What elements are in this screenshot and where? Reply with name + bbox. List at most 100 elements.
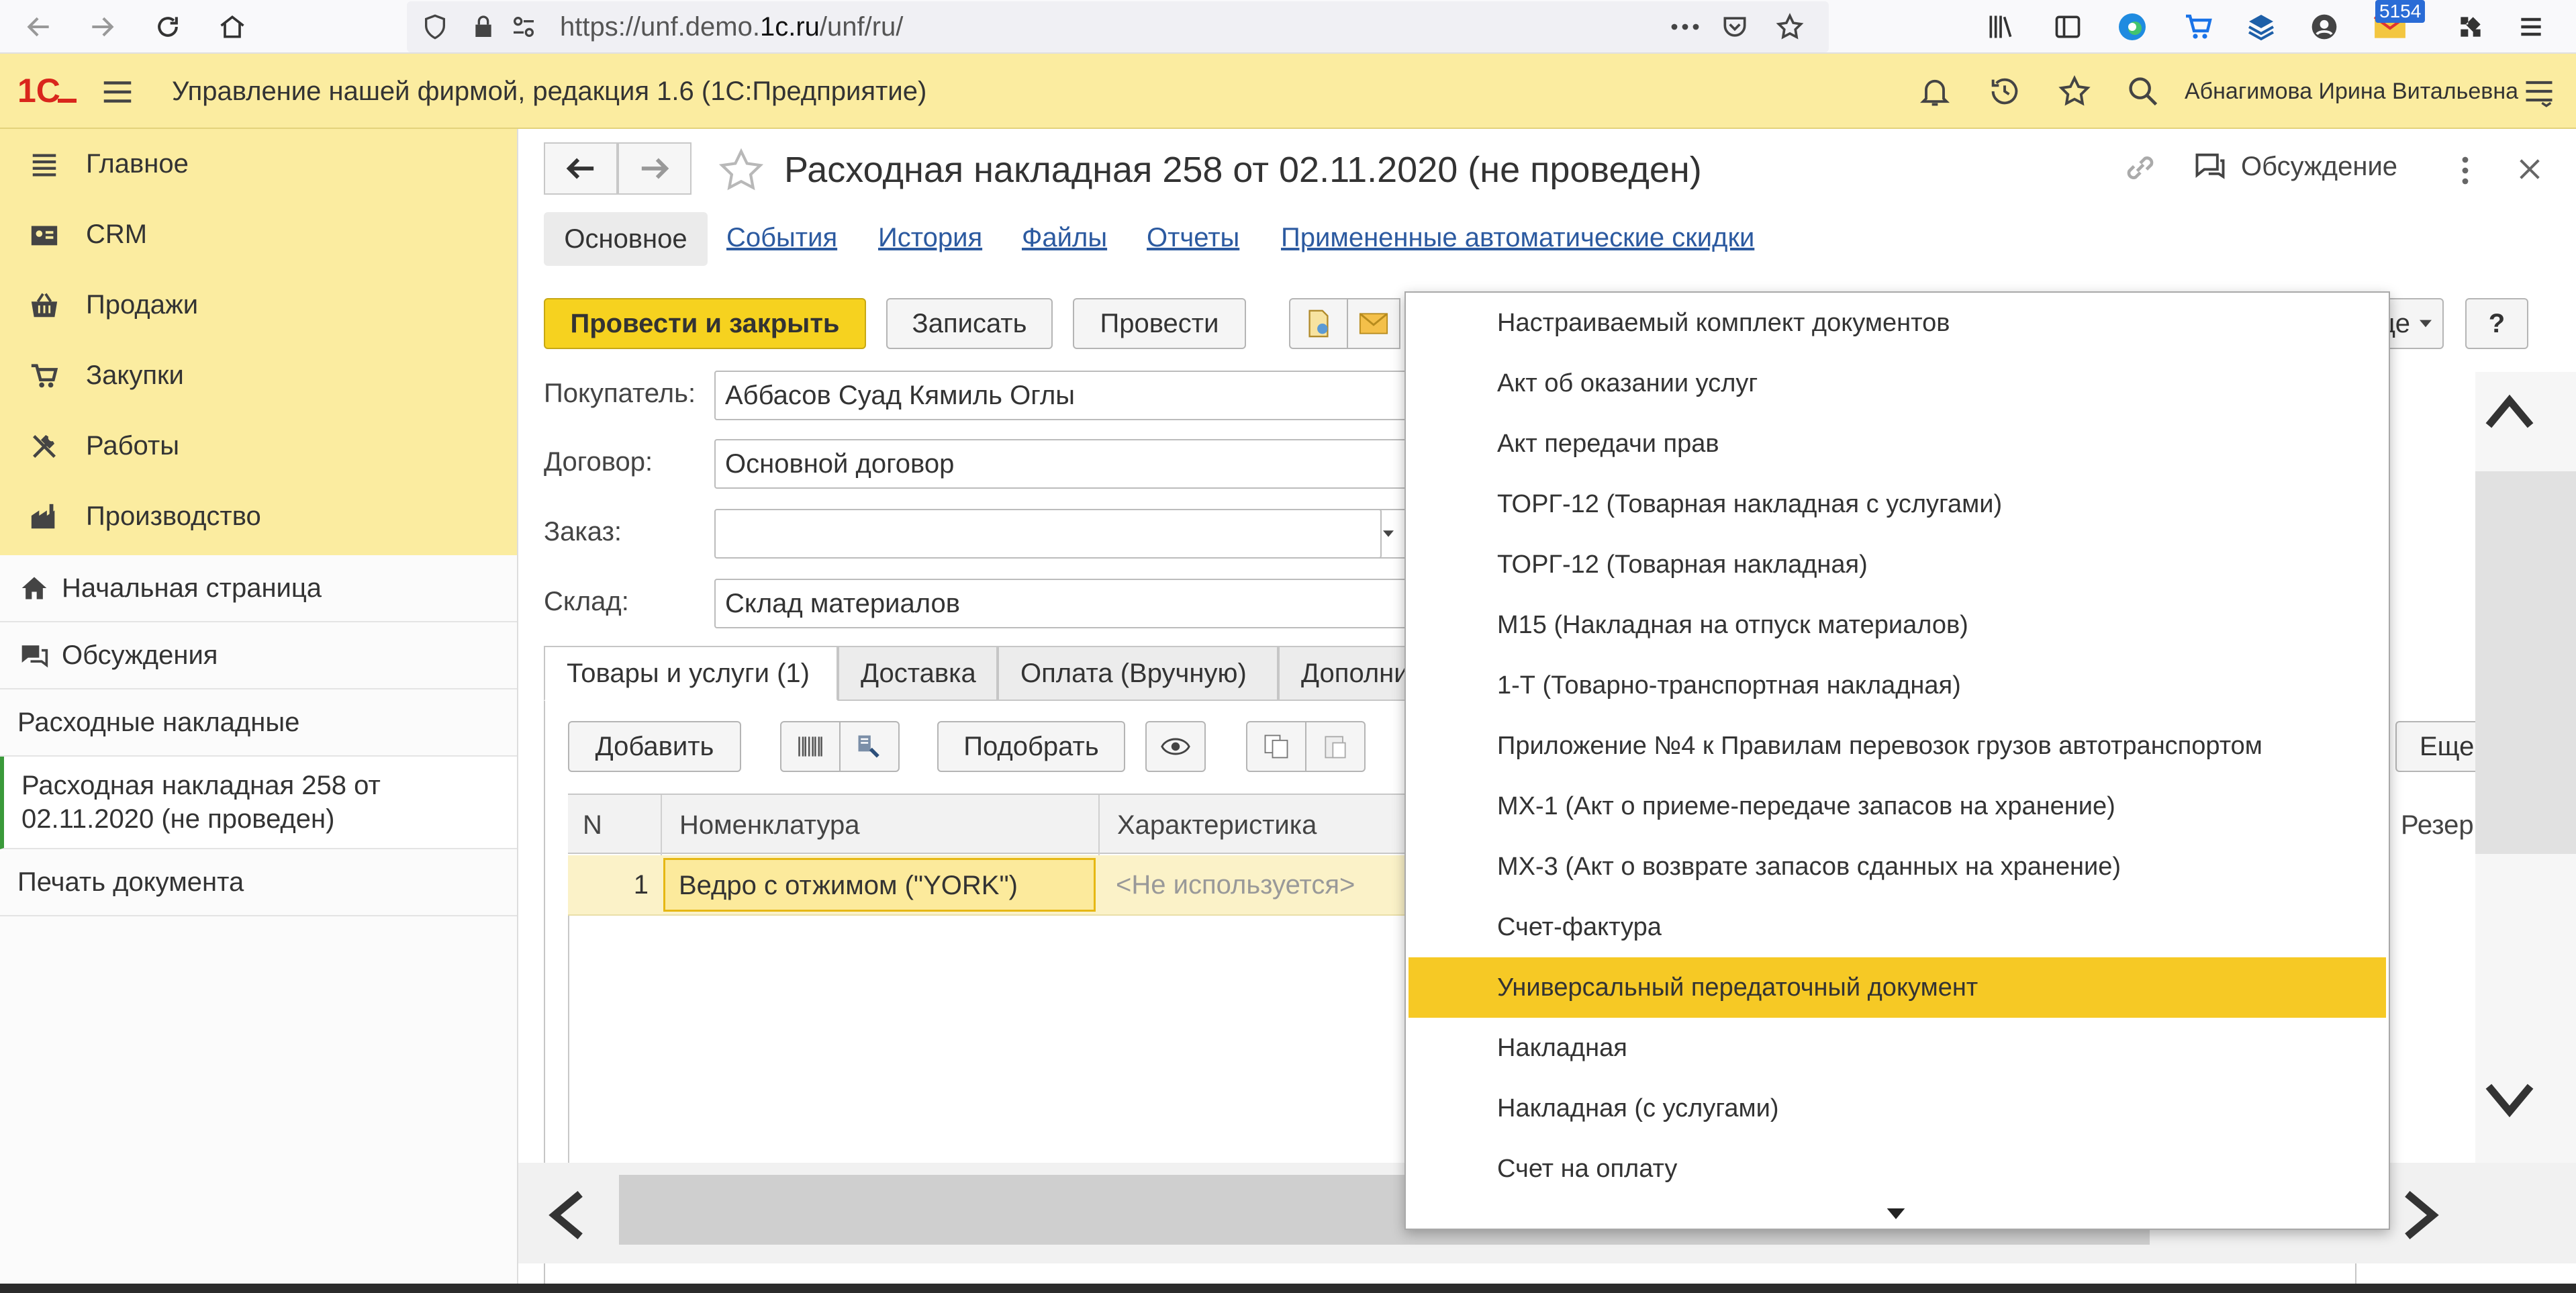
- post-button[interactable]: Провести: [1073, 298, 1246, 349]
- panel-tab-payment[interactable]: Оплата (Вручную): [998, 646, 1278, 701]
- help-button[interactable]: ?: [2465, 298, 2528, 349]
- menu-item-selected[interactable]: Универсальный передаточный документ: [1409, 957, 2386, 1018]
- menu-item[interactable]: ТОРГ-12 (Товарная накладная): [1406, 534, 2386, 595]
- link-icon[interactable]: [2121, 149, 2159, 187]
- section-purchases[interactable]: Закупки: [0, 340, 517, 411]
- paste-rows-button[interactable]: [1305, 721, 1366, 772]
- section-crm[interactable]: CRM: [0, 199, 517, 270]
- panel-tab-goods[interactable]: Товары и услуги (1): [544, 646, 838, 701]
- vertical-dots-icon[interactable]: [2457, 154, 2473, 187]
- tools-icon: [24, 426, 64, 467]
- sidebar-toggle-icon[interactable]: [2048, 7, 2088, 47]
- print-menu-dropdown: Настраиваемый комплект документов Акт об…: [1404, 291, 2390, 1230]
- section-sales[interactable]: Продажи: [0, 270, 517, 340]
- vertical-scroll-thumb[interactable]: [2475, 471, 2576, 854]
- copy-rows-button[interactable]: [1246, 721, 1306, 772]
- menu-lines-icon: [24, 144, 64, 185]
- chat-icon: [17, 638, 51, 672]
- view-toggle-button[interactable]: [1145, 721, 1206, 772]
- history-forward-button[interactable]: [618, 142, 691, 195]
- scanner-button[interactable]: [839, 721, 900, 772]
- app-menu-icon[interactable]: [2511, 7, 2551, 47]
- section-production[interactable]: Производство: [0, 481, 517, 552]
- tab-reports[interactable]: Отчеты: [1147, 211, 1239, 265]
- scroll-down-icon[interactable]: [2484, 1082, 2535, 1120]
- menu-item[interactable]: Акт передачи прав: [1406, 414, 2386, 474]
- search-icon[interactable]: [2126, 74, 2160, 109]
- scroll-up-icon[interactable]: [2484, 392, 2535, 430]
- menu-item[interactable]: Накладная (с услугами): [1406, 1078, 2386, 1139]
- favorites-star-icon[interactable]: [2057, 74, 2092, 109]
- tab-auto-discounts[interactable]: Примененные автоматические скидки: [1281, 211, 1754, 265]
- menu-item[interactable]: 1-Т (Товарно-транспортная накладная): [1406, 655, 2386, 716]
- nav-discussions[interactable]: Обсуждения: [0, 622, 517, 689]
- chevron-down-icon: [1383, 530, 1394, 537]
- pocket-icon[interactable]: [1720, 12, 1750, 42]
- menu-item[interactable]: Счет-фактура: [1406, 897, 2386, 957]
- extensions-icon[interactable]: [2450, 7, 2491, 47]
- layers-extension-icon[interactable]: [2241, 7, 2281, 47]
- post-and-close-button[interactable]: Провести и закрыть: [544, 298, 866, 349]
- 1c-logo[interactable]: 1С: [17, 71, 78, 111]
- nav-print[interactable]: Печать документа: [0, 849, 517, 916]
- menu-scroll-down-icon[interactable]: [1887, 1208, 1905, 1219]
- close-icon[interactable]: [2516, 156, 2543, 183]
- column-n[interactable]: N: [568, 795, 661, 855]
- edge-extension-icon[interactable]: [2112, 7, 2152, 47]
- send-email-button[interactable]: [1347, 298, 1400, 349]
- add-row-button[interactable]: Добавить: [568, 721, 741, 772]
- menu-item[interactable]: Приложение №4 к Правилам перевозок грузо…: [1406, 716, 2386, 776]
- pick-button[interactable]: Подобрать: [937, 721, 1125, 772]
- user-name[interactable]: Абнагимова Ирина Витальевна: [2185, 54, 2518, 129]
- menu-item[interactable]: МХ-3 (Акт о возврате запасов сданных на …: [1406, 836, 2386, 897]
- menu-item[interactable]: Настраиваемый комплект документов: [1406, 293, 2386, 353]
- bell-icon[interactable]: [1917, 74, 1952, 109]
- section-works[interactable]: Работы: [0, 411, 517, 481]
- tab-events[interactable]: События: [726, 211, 837, 265]
- menu-item[interactable]: Накладная: [1406, 1018, 2386, 1078]
- menu-item[interactable]: ТОРГ-12 (Товарная накладная с услугами): [1406, 474, 2386, 534]
- tab-history[interactable]: История: [878, 211, 982, 265]
- section-main[interactable]: Главное: [0, 129, 517, 199]
- history-back-button[interactable]: [544, 142, 618, 195]
- more-actions-icon[interactable]: [1669, 13, 1701, 40]
- lock-icon[interactable]: [470, 13, 497, 40]
- bookmark-star-icon[interactable]: [1775, 12, 1805, 42]
- account-icon[interactable]: [2304, 7, 2344, 47]
- save-button[interactable]: Записать: [886, 298, 1053, 349]
- menu-item[interactable]: Счет на оплату: [1406, 1139, 2386, 1199]
- panel-tab-delivery[interactable]: Доставка: [838, 646, 998, 701]
- tab-main[interactable]: Основное: [544, 212, 708, 266]
- order-dropdown-button[interactable]: [1372, 509, 1406, 559]
- main-menu-icon[interactable]: [99, 74, 136, 110]
- tab-files[interactable]: Файлы: [1022, 211, 1107, 265]
- nav-current-document[interactable]: Расходная накладная 258 от 02.11.2020 (н…: [0, 757, 517, 849]
- scroll-right-icon[interactable]: [2402, 1190, 2442, 1241]
- barcode-button[interactable]: [780, 721, 841, 772]
- scroll-left-icon[interactable]: [545, 1190, 585, 1241]
- reload-icon[interactable]: [141, 0, 195, 54]
- library-icon[interactable]: [1981, 7, 2021, 47]
- forward-icon[interactable]: [75, 0, 129, 54]
- menu-item[interactable]: МХ-1 (Акт о приеме-передаче запасов на х…: [1406, 776, 2386, 836]
- favorite-star-icon[interactable]: [717, 146, 765, 195]
- url-bar[interactable]: https://unf.demo.1c.ru/unf/ru/: [407, 1, 1829, 52]
- order-field[interactable]: [714, 509, 1382, 559]
- nav-home[interactable]: Начальная страница: [0, 555, 517, 622]
- cart-extension-icon[interactable]: [2178, 7, 2218, 47]
- create-based-on-button[interactable]: [1289, 298, 1348, 349]
- column-nomenclature[interactable]: Номенклатура: [661, 795, 1098, 855]
- nomenclature-cell[interactable]: Ведро с отжимом ("YORK"): [663, 858, 1096, 912]
- discussion-button[interactable]: Обсуждение: [2193, 149, 2397, 184]
- menu-item[interactable]: Акт об оказании услуг: [1406, 353, 2386, 414]
- menu-item[interactable]: М15 (Накладная на отпуск материалов): [1406, 595, 2386, 655]
- shield-icon[interactable]: [422, 13, 448, 40]
- settings-menu-icon[interactable]: [2522, 74, 2557, 109]
- section-label: CRM: [86, 220, 148, 249]
- back-icon[interactable]: [12, 0, 66, 54]
- characteristic-cell[interactable]: <Не используется>: [1116, 855, 1355, 914]
- home-icon[interactable]: [205, 0, 259, 54]
- nav-list[interactable]: Расходные накладные: [0, 689, 517, 757]
- history-icon[interactable]: [1987, 74, 2022, 109]
- permissions-icon[interactable]: [510, 13, 537, 40]
